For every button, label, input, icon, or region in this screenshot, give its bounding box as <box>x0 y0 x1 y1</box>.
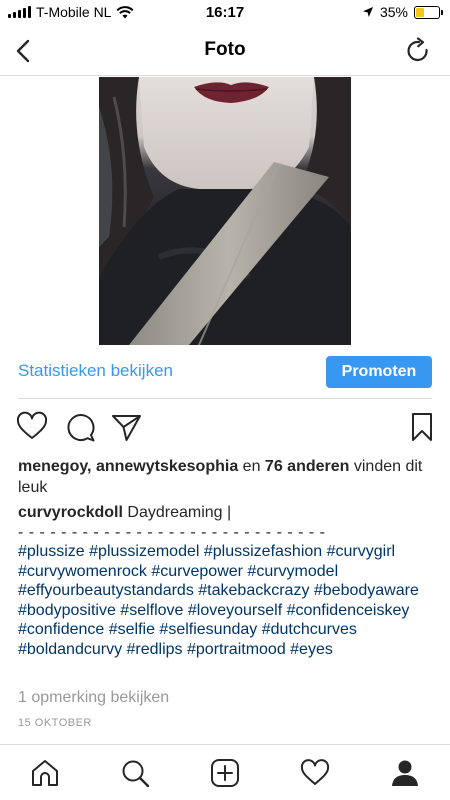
view-insights-link[interactable]: Statistieken bekijken <box>18 361 173 381</box>
heart-icon[interactable] <box>16 411 48 443</box>
location-arrow-icon <box>362 7 373 17</box>
search-icon[interactable] <box>120 758 150 788</box>
likes-connector: en <box>242 458 261 475</box>
caption-separator: - - - - - - - - - - - - - - - - - - - - … <box>18 523 326 541</box>
home-icon[interactable] <box>30 758 60 788</box>
battery-icon <box>414 5 443 19</box>
bookmark-icon[interactable] <box>406 411 438 443</box>
photo-illustration <box>99 77 351 345</box>
divider <box>18 398 432 399</box>
activity-heart-icon[interactable] <box>300 758 330 788</box>
battery-level <box>416 7 424 17</box>
comment-bubble-icon[interactable] <box>64 411 96 443</box>
profile-icon[interactable] <box>390 758 420 788</box>
post-date: 15 OKTOBER <box>18 717 92 729</box>
page-title: Foto <box>204 39 246 60</box>
tab-bar <box>0 744 450 800</box>
system-indicators: 35% <box>362 4 443 20</box>
promote-button[interactable]: Promoten <box>326 356 432 388</box>
view-comments-link[interactable]: 1 opmerking bekijken <box>18 689 169 707</box>
likes-summary: menegoy, annewytskesophia en 76 anderen … <box>18 456 438 498</box>
paper-plane-icon[interactable] <box>111 411 143 443</box>
battery-percent: 35% <box>379 4 408 20</box>
status-bar: T-Mobile NL 16:17 35% <box>0 0 450 26</box>
liked-by-names[interactable]: menegoy, annewytskesophia <box>18 458 238 475</box>
navigation-bar: Foto <box>0 26 450 76</box>
post-action-bar <box>0 411 450 445</box>
post-photo-area <box>0 77 450 347</box>
caption-text: Daydreaming | <box>127 504 232 521</box>
caption-hashtags[interactable]: #plussize #plussizemodel #plussizefashio… <box>18 542 438 659</box>
caption-username[interactable]: curvyrockdoll <box>18 504 123 521</box>
post-photo[interactable] <box>99 77 351 345</box>
new-post-icon[interactable] <box>210 758 240 788</box>
post-caption: curvyrockdoll Daydreaming | - - - - - - … <box>18 503 438 659</box>
refresh-icon[interactable] <box>404 37 432 65</box>
likes-others-count[interactable]: 76 anderen <box>265 458 349 475</box>
